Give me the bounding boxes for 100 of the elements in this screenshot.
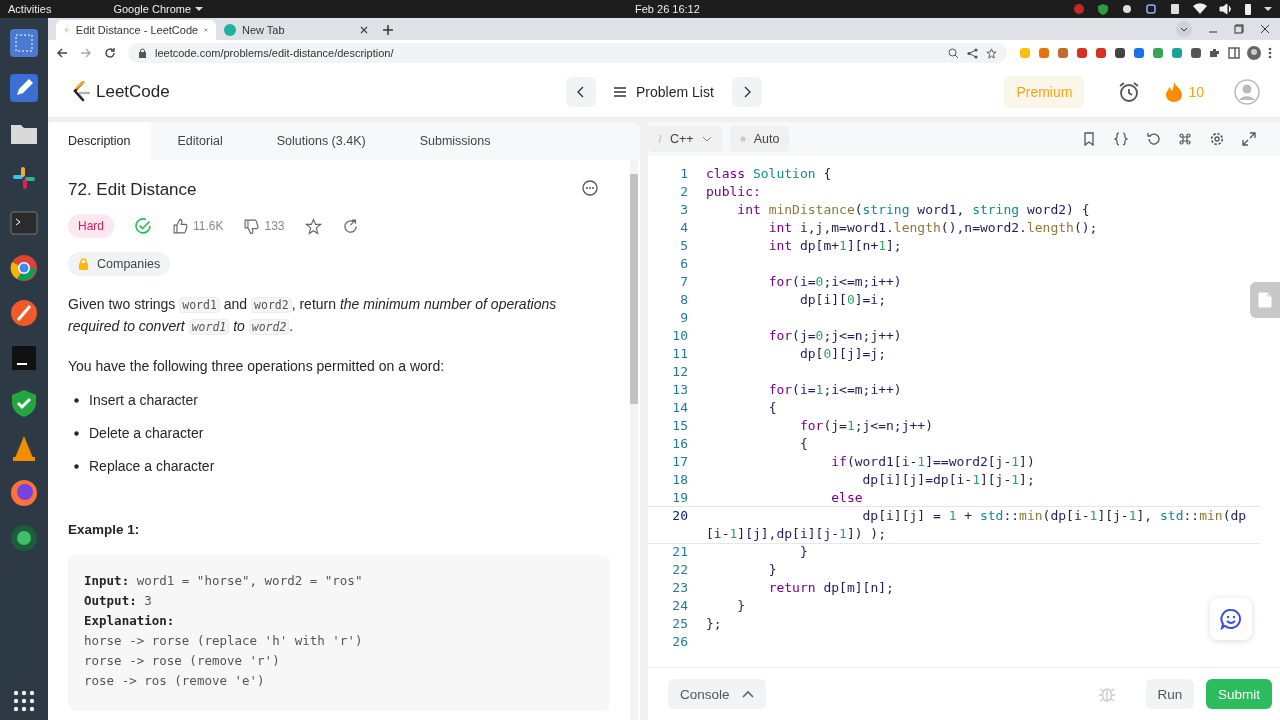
difficulty-badge: Hard bbox=[68, 214, 114, 238]
code-line: if(word1[i-1]==word2[j-1]) bbox=[830, 453, 1035, 471]
square-icon[interactable] bbox=[9, 28, 39, 58]
menu-icon[interactable] bbox=[1268, 47, 1272, 59]
extension-icon[interactable] bbox=[1133, 47, 1145, 59]
panel-tab[interactable]: Description bbox=[48, 122, 151, 160]
status-icon[interactable] bbox=[1121, 3, 1133, 15]
puzzle-icon[interactable] bbox=[1209, 47, 1221, 59]
operations-intro: You have the following three operations permitted on a word: bbox=[68, 357, 446, 376]
braces-icon[interactable] bbox=[1114, 132, 1128, 146]
scroll-bar[interactable] bbox=[630, 160, 638, 720]
back-icon[interactable] bbox=[56, 47, 68, 59]
code-line: else bbox=[830, 489, 863, 507]
example-title: Example 1: bbox=[68, 522, 141, 537]
code-line: dp[i][0]=i; bbox=[798, 291, 887, 309]
fox-icon[interactable] bbox=[9, 478, 39, 508]
language-select[interactable]: C++ bbox=[648, 126, 722, 152]
line-number: 19 bbox=[671, 489, 688, 507]
volume-icon[interactable] bbox=[1219, 3, 1232, 15]
streak-count: 10 bbox=[1188, 83, 1204, 100]
caret-icon bbox=[195, 6, 204, 12]
code-line: public: bbox=[706, 183, 761, 201]
extension-icon[interactable] bbox=[1114, 47, 1126, 59]
line-number: 23 bbox=[671, 579, 688, 597]
thumbs-up-icon[interactable] bbox=[172, 217, 189, 235]
panel-tab[interactable]: Editorial bbox=[150, 122, 250, 160]
clipboard-icon[interactable] bbox=[1169, 3, 1181, 15]
share-icon[interactable] bbox=[967, 47, 978, 59]
pen-icon[interactable] bbox=[9, 73, 39, 103]
problem-list-button[interactable]: Problem List bbox=[602, 83, 726, 100]
command-icon[interactable] bbox=[1178, 132, 1192, 146]
browser-tab[interactable]: New Tab bbox=[216, 20, 376, 40]
more-icon[interactable] bbox=[582, 180, 598, 196]
app-menu[interactable]: Google Chrome bbox=[113, 3, 204, 15]
expand-icon[interactable] bbox=[1242, 132, 1256, 146]
operation-item: Replace a character bbox=[89, 457, 215, 476]
console-button[interactable]: Console bbox=[668, 679, 766, 709]
code-line: } bbox=[798, 543, 808, 561]
shield-icon[interactable] bbox=[9, 388, 39, 418]
auto-mode-button[interactable]: Auto bbox=[729, 126, 790, 152]
feather-icon[interactable] bbox=[9, 298, 39, 328]
maximize-icon[interactable] bbox=[1234, 24, 1244, 34]
feedback-button[interactable] bbox=[1210, 598, 1252, 640]
example-line: Input: word1 = "horse", word2 = "ros" bbox=[84, 572, 364, 590]
reset-icon[interactable] bbox=[1146, 132, 1160, 146]
chevron-left-icon bbox=[576, 85, 586, 98]
address-bar[interactable]: leetcode.com/problems/edit-distance/description/ bbox=[128, 43, 1007, 63]
panel-tab[interactable]: Submissions bbox=[392, 122, 518, 160]
settings-icon[interactable] bbox=[1210, 132, 1224, 146]
example-line: Explanation: bbox=[84, 612, 176, 630]
code-line: { bbox=[798, 435, 808, 453]
bullet-icon bbox=[74, 398, 79, 403]
clock[interactable]: Feb 26 16:12 bbox=[635, 3, 700, 15]
next-button[interactable] bbox=[731, 76, 762, 107]
share-icon[interactable] bbox=[341, 217, 359, 235]
shield-icon[interactable] bbox=[1097, 3, 1109, 15]
line-number: 13 bbox=[671, 381, 688, 399]
browser-tab[interactable]: Edit Distance - LeetCode bbox=[56, 20, 216, 40]
new-tab-icon[interactable] bbox=[382, 24, 394, 36]
run-button[interactable]: Run bbox=[1146, 679, 1194, 709]
thumbs-down-icon[interactable] bbox=[243, 217, 261, 235]
square-icon[interactable] bbox=[9, 343, 39, 373]
code-line: { bbox=[767, 399, 777, 417]
star-icon[interactable] bbox=[304, 217, 322, 235]
ball-icon[interactable] bbox=[9, 523, 39, 553]
close-icon[interactable] bbox=[1260, 24, 1270, 34]
extension-icon[interactable] bbox=[1095, 47, 1107, 59]
extension-icon[interactable] bbox=[1190, 47, 1202, 59]
wifi-icon[interactable] bbox=[1193, 3, 1207, 15]
status-icon[interactable] bbox=[1145, 3, 1157, 15]
globe-icon[interactable] bbox=[9, 253, 39, 283]
previous-button[interactable] bbox=[566, 76, 596, 107]
companies-tag[interactable]: Companies bbox=[68, 252, 171, 276]
dot-icon bbox=[739, 136, 746, 142]
panel-tab[interactable]: Solutions (3.4K) bbox=[249, 122, 393, 160]
caret-icon[interactable] bbox=[1264, 6, 1272, 12]
code-line: int dp[m+1][n+1]; bbox=[767, 237, 902, 255]
star-icon[interactable] bbox=[986, 47, 997, 59]
sidebar-icon[interactable] bbox=[1228, 47, 1240, 59]
line-number: 8 bbox=[679, 291, 688, 309]
close-icon[interactable] bbox=[360, 26, 368, 34]
example-line: Output: 3 bbox=[84, 592, 153, 610]
activities-button[interactable]: Activities bbox=[8, 3, 52, 15]
alarm-clock-icon[interactable] bbox=[1118, 80, 1141, 103]
zoom-icon[interactable] bbox=[948, 47, 959, 59]
line-number: 12 bbox=[671, 363, 688, 381]
apps-grid-icon[interactable] bbox=[13, 690, 35, 712]
code-line: for(j=1;j<=n;j++) bbox=[798, 417, 933, 435]
problem-statement: Given two strings word1 and word2 , return the minimum number of operations required to convert word1 to word2 . bbox=[68, 295, 558, 337]
line-number: 26 bbox=[671, 633, 688, 651]
battery-icon[interactable] bbox=[1244, 3, 1252, 15]
reload-icon[interactable] bbox=[104, 47, 116, 59]
profile-icon[interactable] bbox=[1247, 46, 1261, 60]
logo-text[interactable]: LeetCode bbox=[96, 81, 170, 102]
chevron-down-icon[interactable] bbox=[1176, 21, 1192, 37]
extension-icon[interactable] bbox=[1076, 47, 1088, 59]
line-number: 2 bbox=[679, 183, 688, 201]
bookmark-icon[interactable] bbox=[1082, 132, 1096, 146]
line-number: 10 bbox=[671, 327, 688, 345]
example-line: horse -> rorse (replace 'h' with 'r') bbox=[84, 632, 364, 650]
